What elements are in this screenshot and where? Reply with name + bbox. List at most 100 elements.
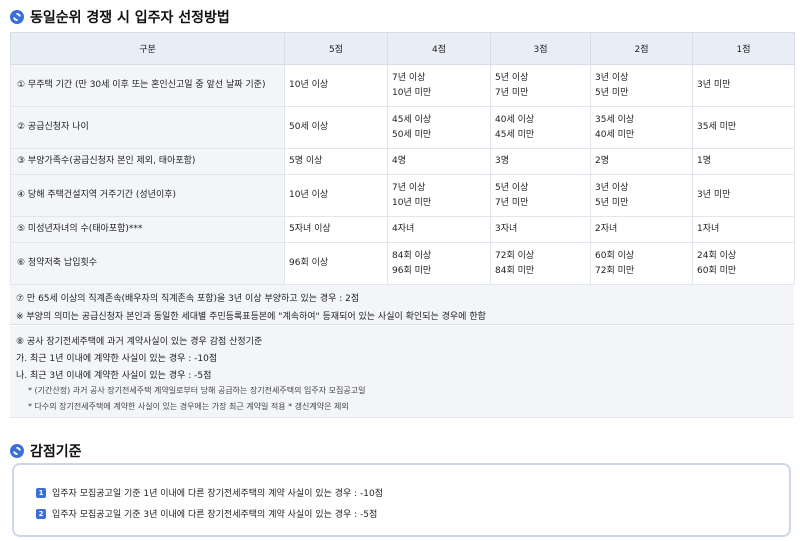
cell-line: 72회 미만 [595,265,635,276]
cell-line: 5명 이상 [289,156,323,166]
criterion-cell: ② 공급신청자 나이 [10,106,285,149]
number-badge: 2 [36,508,46,519]
score-cell: 35세 이상 40세 미만 [590,106,693,149]
table-row: ④ 당해 주택건설지역 거주기간 (성년이후) 10년 이상 7년 이상 10년 미만… [10,174,795,217]
cell-line: 10년 이상 [289,80,329,90]
score-cell: 3자녀 [490,216,591,243]
score-cell: 10년 이상 [284,174,388,217]
list-item: 2 입주자 모집공고일 기준 3년 이내에 다른 장기전세주택의 계약 사실이 … [36,507,377,520]
cell-line: 4자녀 [392,224,415,234]
cell-line: 3년 이상 [595,72,629,83]
score-cell: 24회 이상 60회 미만 [692,242,795,285]
cell-line: 5자녀 이상 [289,224,331,234]
list-item: 1 입주자 모집공고일 기준 1년 이내에 다른 장기전세주택의 계약 사실이 … [36,486,383,499]
cell-line: 5년 미만 [595,197,629,208]
cell-line: 1명 [697,156,712,166]
note-subline: * 다수의 장기전세주택에 계약한 사실이 있는 경우에는 가장 최근 계약일 … [28,402,349,411]
cell-line: 7년 이상 [392,182,426,193]
note-line: ⑦ 만 65세 이상의 직계존속(배우자의 직계존속 포함)을 3년 이상 부양… [16,294,360,304]
cell-line: 35세 미만 [697,122,737,132]
section-bullet-icon [10,10,24,24]
section-title-deduction: 감점기준 [10,441,82,461]
header-score: 5점 [284,32,388,65]
header-score: 3점 [490,32,591,65]
note-subline: * (기간산정) 과거 공사 장기전세주택 계약일로부터 당해 공급하는 장기전… [28,386,366,395]
criterion-cell: ⑤ 미성년자녀의 수(태아포함)*** [10,216,285,243]
cell-line: 3년 이상 [595,182,629,193]
score-cell: 45세 이상 50세 미만 [387,106,491,149]
score-cell: 5년 이상 7년 미만 [490,64,591,107]
cell-line: 96회 이상 [289,258,329,268]
criterion-cell: ① 무주택 기간 (만 30세 이후 또는 혼인신고일 중 앞선 날짜 기준) [10,64,285,107]
score-cell: 3명 [490,148,591,175]
score-cell: 84회 이상 96회 미만 [387,242,491,285]
cell-line: 3년 미만 [697,190,731,200]
cell-line: 3년 미만 [697,80,731,90]
cell-line: 5년 이상 [495,182,529,193]
score-cell: 3년 이상 5년 미만 [590,174,693,217]
score-cell: 7년 이상 10년 미만 [387,174,491,217]
header-score: 1점 [692,32,795,65]
cell-line: 4명 [392,156,407,166]
score-cell: 5명 이상 [284,148,388,175]
score-cell: 10년 이상 [284,64,388,107]
score-cell: 2명 [590,148,693,175]
score-cell: 72회 이상 84회 미만 [490,242,591,285]
note-line: 나. 최근 3년 이내에 계약한 사실이 있는 경우 : -5점 [16,371,212,381]
score-cell: 4자녀 [387,216,491,243]
score-cell: 5자녀 이상 [284,216,388,243]
score-cell: 3년 미만 [692,64,795,107]
cell-line: 35세 이상 [595,114,635,125]
cell-line: 60회 이상 [595,250,635,261]
header-criterion: 구분 [10,32,285,65]
section-title-text: 감점기준 [30,444,82,460]
score-cell: 50세 이상 [284,106,388,149]
table-row: ① 무주택 기간 (만 30세 이후 또는 혼인신고일 중 앞선 날짜 기준) 1… [10,64,795,107]
score-cell: 3년 미만 [692,174,795,217]
header-score: 2점 [590,32,693,65]
section-bullet-icon [10,444,24,458]
cell-line: 72회 이상 [495,250,535,261]
cell-line: 5년 이상 [495,72,529,83]
score-cell: 1자녀 [692,216,795,243]
cell-line: 2자녀 [595,224,618,234]
cell-line: 45세 이상 [392,114,432,125]
score-cell: 40세 이상 45세 미만 [490,106,591,149]
cell-line: 24회 이상 [697,250,737,261]
note-box-dependent: ⑦ 만 65세 이상의 직계존속(배우자의 직계존속 포함)을 3년 이상 부양… [10,285,794,325]
cell-line: 50세 이상 [289,122,329,132]
cell-line: 2명 [595,156,610,166]
cell-line: 45세 미만 [495,129,535,140]
table-row: ② 공급신청자 나이 50세 이상 45세 이상 50세 미만 40세 이상 45세 미만… [10,106,795,149]
cell-line: 40세 미만 [595,129,635,140]
cell-line: 40세 이상 [495,114,535,125]
cell-line: 7년 미만 [495,87,529,98]
note-line: ⑧ 공사 장기전세주택에 과거 계약사실이 있는 경우 감점 산정기준 [16,337,263,347]
cell-line: 5년 미만 [595,87,629,98]
deduction-criteria-box: 1 입주자 모집공고일 기준 1년 이내에 다른 장기전세주택의 계약 사실이 … [12,463,791,537]
cell-line: 7년 이상 [392,72,426,83]
score-cell: 3년 이상 5년 미만 [590,64,693,107]
criterion-cell: ④ 당해 주택건설지역 거주기간 (성년이후) [10,174,285,217]
cell-line: 84회 이상 [392,250,432,261]
criterion-cell: ⑥ 청약저축 납입횟수 [10,242,285,285]
cell-line: 1자녀 [697,224,720,234]
list-item-text: 입주자 모집공고일 기준 1년 이내에 다른 장기전세주택의 계약 사실이 있는… [52,489,384,499]
table-row: ⑥ 청약저축 납입횟수 96회 이상 84회 이상 96회 미만 72회 이상 84회 미… [10,242,795,285]
cell-line: 84회 미만 [495,265,535,276]
table-header-row: 구분 5점 4점 3점 2점 1점 [10,32,795,65]
score-cell: 1명 [692,148,795,175]
score-cell: 4명 [387,148,491,175]
cell-line: 10년 이상 [289,190,329,200]
table-row: ⑤ 미성년자녀의 수(태아포함)*** 5자녀 이상 4자녀 3자녀 2자녀 1자녀 [10,216,795,243]
cell-line: 10년 미만 [392,87,432,98]
section-title-selection: 동일순위 경쟁 시 입주자 선정방법 [10,7,230,27]
score-cell: 35세 미만 [692,106,795,149]
score-cell: 60회 이상 72회 미만 [590,242,693,285]
number-badge: 1 [36,487,46,498]
cell-line: 10년 미만 [392,197,432,208]
score-cell: 7년 이상 10년 미만 [387,64,491,107]
score-cell: 2자녀 [590,216,693,243]
cell-line: 60회 미만 [697,265,737,276]
cell-line: 50세 미만 [392,129,432,140]
